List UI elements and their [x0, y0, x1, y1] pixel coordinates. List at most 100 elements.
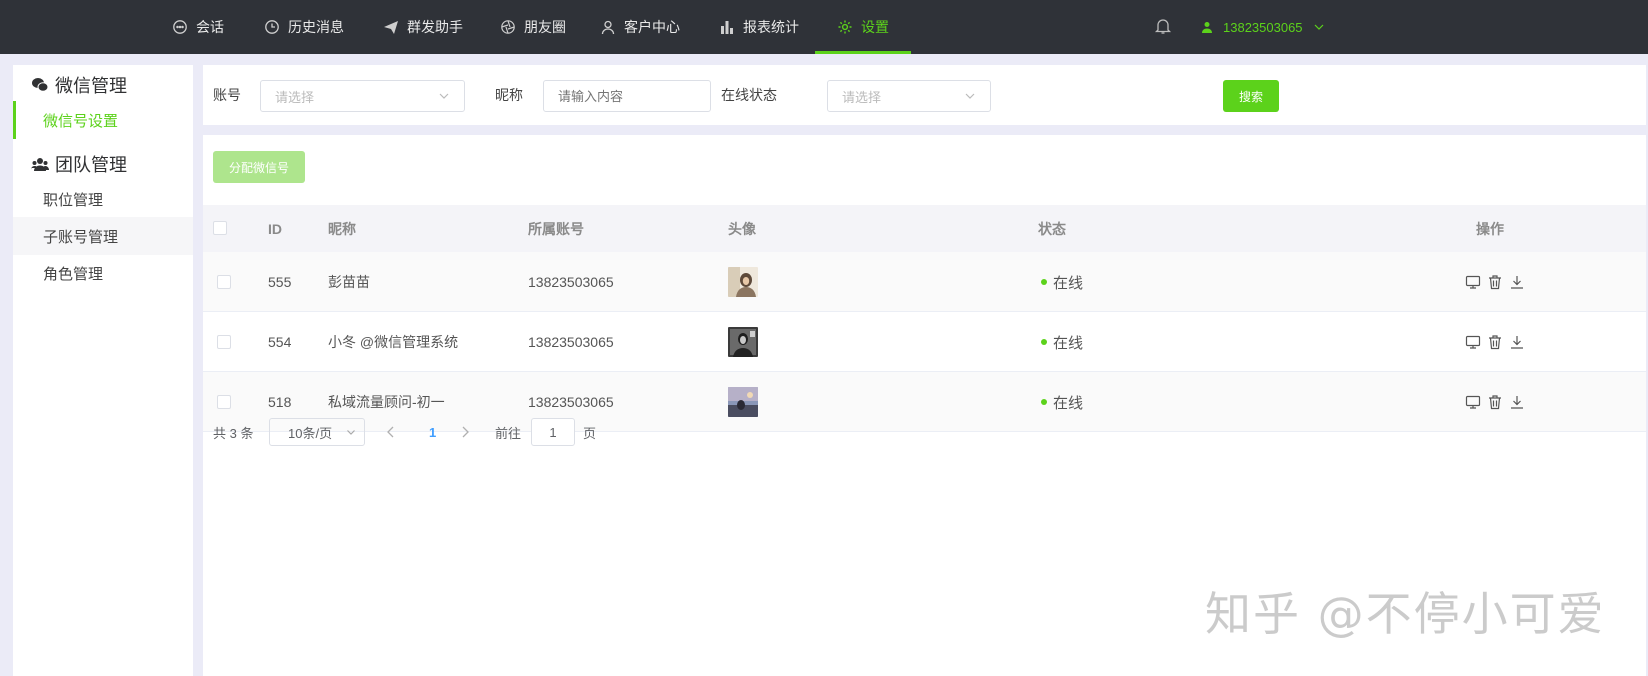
download-icon[interactable]	[1509, 334, 1525, 350]
account-select-placeholder: 请选择	[275, 89, 315, 105]
nav-label: 客户中心	[624, 19, 680, 35]
sidebar-item-wechat-settings[interactable]: 微信号设置	[13, 101, 193, 139]
nav-label: 群发助手	[407, 19, 463, 35]
bell-icon[interactable]	[1154, 17, 1172, 35]
avatar	[728, 267, 758, 297]
nav-label: 朋友圈	[524, 19, 566, 35]
pagination: 共 3 条 10条/页 1 前往 页	[203, 415, 1646, 449]
trash-icon[interactable]	[1487, 394, 1503, 410]
sidebar: 微信管理 微信号设置 团队管理 职位管理 子账号管理 角色管理	[13, 65, 193, 676]
page-suffix: 页	[583, 425, 597, 441]
online-dot-icon	[1041, 339, 1047, 345]
send-icon	[384, 21, 398, 34]
goto-page-input[interactable]	[531, 418, 575, 446]
row-nickname: 彭苗苗	[328, 274, 370, 290]
nav-label: 报表统计	[743, 19, 799, 35]
row-actions	[1465, 312, 1525, 372]
nav-item-customers[interactable]: 客户中心	[600, 0, 680, 54]
column-header: 状态	[1038, 220, 1066, 237]
sidebar-item-label: 角色管理	[43, 265, 104, 283]
prev-page-icon[interactable]	[385, 425, 397, 439]
top-navbar: 会话 历史消息 群发助手 朋友圈 客户中心 报表统计 设置 1382350306…	[0, 0, 1648, 54]
monitor-icon[interactable]	[1465, 274, 1481, 290]
user-icon	[601, 20, 615, 35]
row-id: 555	[268, 274, 292, 290]
row-checkbox[interactable]	[217, 395, 231, 409]
user-menu[interactable]: 13823503065	[1201, 0, 1325, 54]
avatar	[728, 387, 758, 417]
sidebar-item-positions[interactable]: 职位管理	[13, 180, 193, 218]
row-nickname: 小冬 @微信管理系统	[328, 334, 459, 350]
nav-item-reports[interactable]: 报表统计	[719, 0, 799, 54]
chevron-down-icon	[347, 430, 355, 435]
column-header: 昵称	[328, 220, 356, 237]
page-number-current[interactable]: 1	[429, 415, 436, 449]
table-header: ID 昵称 所属账号 头像 状态 操作	[203, 205, 1646, 252]
bar-chart-icon	[721, 21, 733, 34]
avatar	[728, 327, 758, 357]
nickname-label: 昵称	[495, 87, 523, 103]
table-row[interactable]: 555 彭苗苗 13823503065 在线	[203, 252, 1646, 312]
page-size-select[interactable]: 10条/页	[269, 418, 365, 446]
gear-icon	[838, 20, 852, 34]
row-account: 13823503065	[528, 274, 614, 290]
row-account: 13823503065	[528, 334, 614, 350]
user-phone: 13823503065	[1223, 19, 1303, 35]
status-select[interactable]: 请选择	[827, 80, 991, 112]
search-button[interactable]: 搜索	[1223, 80, 1279, 112]
row-avatar-cell	[728, 252, 758, 312]
nav-label: 历史消息	[288, 19, 344, 35]
table-row[interactable]: 554 小冬 @微信管理系统 13823503065 在线	[203, 312, 1646, 372]
download-icon[interactable]	[1509, 274, 1525, 290]
account-select[interactable]: 请选择	[260, 80, 465, 112]
row-status: 在线	[1041, 312, 1083, 372]
row-actions	[1465, 252, 1525, 312]
chat-icon	[173, 20, 187, 34]
column-header: 所属账号	[528, 220, 584, 237]
sidebar-item-label: 职位管理	[43, 191, 104, 209]
watermark: 知乎 @不停小可爱	[1205, 587, 1606, 641]
next-page-icon[interactable]	[459, 425, 471, 439]
assign-wechat-button[interactable]: 分配微信号	[213, 151, 305, 183]
nav-item-chat[interactable]: 会话	[172, 0, 224, 54]
chevron-down-icon	[1314, 24, 1323, 30]
status-select-placeholder: 请选择	[842, 89, 882, 105]
sidebar-group-title: 微信管理	[55, 76, 127, 96]
select-all-checkbox[interactable]	[213, 221, 227, 235]
nav-item-moments[interactable]: 朋友圈	[500, 0, 566, 54]
trash-icon[interactable]	[1487, 334, 1503, 350]
chevron-down-icon	[965, 93, 975, 99]
sidebar-group-title: 团队管理	[55, 155, 127, 175]
sidebar-item-subaccounts[interactable]: 子账号管理	[13, 217, 193, 255]
status-label: 在线状态	[721, 87, 777, 103]
online-dot-icon	[1041, 399, 1047, 405]
total-count: 共 3 条	[213, 425, 254, 441]
row-checkbox[interactable]	[217, 275, 231, 289]
nav-item-settings[interactable]: 设置	[815, 0, 911, 54]
chevron-down-icon	[439, 93, 449, 99]
nav-item-history[interactable]: 历史消息	[264, 0, 344, 54]
trash-icon[interactable]	[1487, 274, 1503, 290]
user-icon	[1202, 22, 1212, 33]
filter-bar: 账号 请选择 昵称 在线状态 请选择 搜索	[203, 65, 1646, 125]
monitor-icon[interactable]	[1465, 394, 1481, 410]
row-avatar-cell	[728, 312, 758, 372]
monitor-icon[interactable]	[1465, 334, 1481, 350]
row-status: 在线	[1041, 252, 1083, 312]
sidebar-group-wechat[interactable]: 微信管理	[31, 72, 127, 98]
goto-label: 前往	[495, 425, 522, 441]
nickname-input[interactable]	[543, 80, 711, 112]
sidebar-group-team[interactable]: 团队管理	[31, 151, 127, 177]
row-status-text: 在线	[1053, 334, 1084, 352]
sidebar-item-roles[interactable]: 角色管理	[13, 254, 193, 292]
online-dot-icon	[1041, 279, 1047, 285]
wechat-icon	[32, 78, 49, 92]
clock-icon	[265, 20, 279, 34]
download-icon[interactable]	[1509, 394, 1525, 410]
nav-label: 设置	[861, 19, 889, 35]
nav-item-broadcast[interactable]: 群发助手	[383, 0, 463, 54]
row-checkbox[interactable]	[217, 335, 231, 349]
row-id: 554	[268, 334, 292, 350]
aperture-icon	[501, 20, 515, 34]
row-status-text: 在线	[1053, 274, 1084, 292]
